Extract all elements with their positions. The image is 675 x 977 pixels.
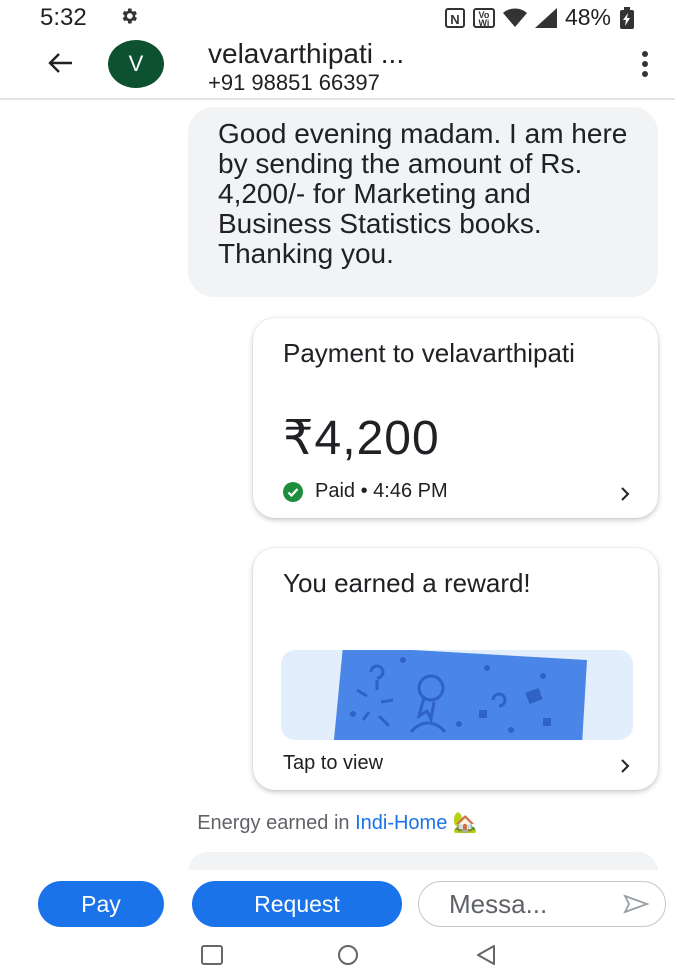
- contact-phone: +91 98851 66397: [208, 70, 380, 95]
- home-circle-icon[interactable]: [336, 944, 360, 966]
- request-button[interactable]: Request: [192, 881, 402, 927]
- payment-title: Payment to velavarthipati: [283, 338, 575, 368]
- nfc-icon: N: [444, 7, 465, 28]
- energy-prefix: Energy earned in: [197, 812, 350, 834]
- gear-icon: [122, 8, 137, 24]
- check-circle-icon: [283, 481, 303, 502]
- chevron-right-icon[interactable]: [620, 486, 630, 502]
- contact-name[interactable]: velavarthipati ...: [208, 38, 404, 70]
- composer-bar: Pay Request: [0, 870, 675, 934]
- volte-wifi-icon: Vo Wi: [472, 7, 495, 28]
- back-triangle-icon[interactable]: [474, 944, 498, 966]
- message-input-container[interactable]: [418, 881, 666, 927]
- message-bubble: Good evening madam. I am here by sending…: [188, 107, 658, 297]
- status-bar: 5:32 N Vo Wi 48%: [0, 0, 675, 34]
- house-icon: 🏡: [452, 812, 478, 834]
- chevron-right-icon[interactable]: [620, 758, 630, 774]
- status-time: 5:32: [40, 4, 87, 31]
- send-icon[interactable]: [623, 894, 649, 914]
- system-navigation-bar: [0, 934, 675, 977]
- indi-home-link[interactable]: Indi-Home: [355, 812, 447, 834]
- message-input[interactable]: [449, 889, 599, 919]
- energy-earned-note: Energy earned in Indi-Home 🏡: [0, 810, 675, 835]
- pay-button[interactable]: Pay: [38, 881, 164, 927]
- reward-scratch-card-image[interactable]: [281, 650, 633, 740]
- back-arrow-icon[interactable]: [46, 48, 76, 78]
- battery-percent: 48%: [564, 4, 611, 30]
- conversation-header: V velavarthipati ... +91 98851 66397: [0, 34, 675, 100]
- reward-title: You earned a reward!: [283, 568, 531, 598]
- avatar[interactable]: V: [108, 40, 164, 88]
- recents-square-icon[interactable]: [200, 944, 224, 966]
- payment-status: Paid • 4:46 PM: [315, 480, 448, 502]
- more-options-icon[interactable]: [641, 50, 649, 78]
- wifi-icon: [502, 8, 527, 27]
- tap-to-view-label[interactable]: Tap to view: [283, 752, 383, 775]
- signal-icon: [534, 7, 557, 28]
- battery-icon: [620, 6, 634, 29]
- reward-card[interactable]: You earned a reward! Tap to view: [253, 548, 658, 790]
- payment-status-row: Paid • 4:46 PM: [283, 480, 448, 503]
- payment-amount: ₹4,200: [283, 412, 440, 465]
- payment-card[interactable]: Payment to velavarthipati ₹4,200 Paid • …: [253, 318, 658, 518]
